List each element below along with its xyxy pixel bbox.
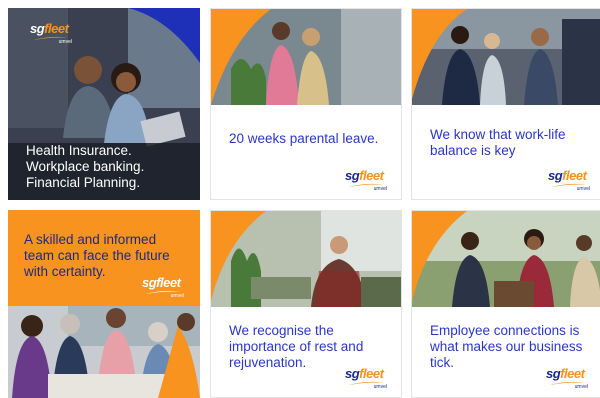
tile-caption: 20 weeks parental leave. <box>229 131 379 146</box>
photo-colleagues-chatting <box>412 211 600 307</box>
tile-parental-leave: 20 weeks parental leave. sgfleet umvel <box>210 8 402 200</box>
sgfleet-logo: sgfleet umvel <box>142 275 184 299</box>
photo-man-relaxing <box>211 211 401 307</box>
sgfleet-logo: sgfleet umvel <box>548 168 590 192</box>
tile-caption: Health Insurance. Workplace banking. Fin… <box>26 143 145 191</box>
sgfleet-logo: sgfleet umvel <box>546 366 588 390</box>
sgfleet-logo: sgfleet umvel <box>30 21 72 45</box>
sgfleet-logo: sgfleet umvel <box>345 168 387 192</box>
photo-meeting-table <box>8 306 200 398</box>
tile-caption: Employee connections is what makes our b… <box>430 323 583 371</box>
photo-colleagues-tablet <box>211 9 401 105</box>
tile-caption: A skilled and informed team can face the… <box>24 232 170 280</box>
tile-health-insurance: sgfleet umvel Health Insurance. Workplac… <box>8 8 200 200</box>
tile-skilled-team: A skilled and informed team can face the… <box>8 210 200 398</box>
tile-caption: We know that work-life balance is key <box>430 127 566 159</box>
tile-caption: We recognise the importance of rest and … <box>229 323 364 371</box>
tile-work-life-balance: We know that work-life balance is key sg… <box>411 8 600 200</box>
tile-employee-connections: Employee connections is what makes our b… <box>411 210 600 398</box>
photo-team-laughing <box>412 9 600 105</box>
tile-rest-rejuvenation: We recognise the importance of rest and … <box>210 210 402 398</box>
sgfleet-logo: sgfleet umvel <box>345 366 387 390</box>
